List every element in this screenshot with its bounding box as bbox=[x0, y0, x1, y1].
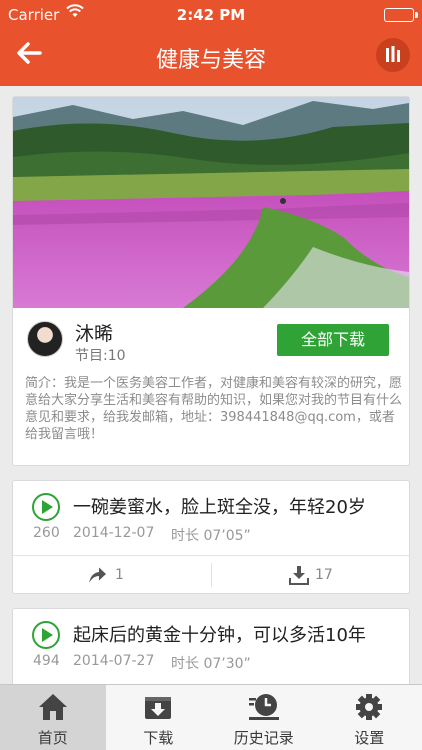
episode-duration: 时长 07’30” bbox=[171, 656, 251, 672]
divider bbox=[211, 563, 212, 587]
episode-duration: 时长 07’05” bbox=[171, 528, 251, 544]
play-icon[interactable] bbox=[32, 621, 60, 649]
episode-title[interactable]: 起床后的黄金十分钟，可以多活10年 bbox=[73, 621, 366, 647]
play-count: 260 bbox=[33, 525, 60, 541]
tab-history[interactable]: 历史记录 bbox=[211, 685, 317, 750]
tab-label: 历史记录 bbox=[233, 729, 294, 747]
download-box-icon bbox=[145, 697, 172, 719]
tab-label: 设置 bbox=[354, 729, 385, 747]
download-all-button[interactable]: 全部下载 bbox=[277, 324, 389, 356]
share-icon[interactable] bbox=[87, 566, 107, 584]
page-title: 健康与美容 bbox=[155, 48, 266, 73]
episode-date: 2014-12-07 bbox=[73, 525, 155, 541]
history-icon bbox=[248, 694, 279, 720]
navigation-bar: Carrier 2:42 PM 健康与美容 bbox=[0, 0, 422, 86]
episode-date: 2014-07-27 bbox=[73, 653, 155, 669]
episode-title[interactable]: 一碗姜蜜水，脸上斑全没，年轻20岁 bbox=[73, 493, 366, 519]
tab-label: 首页 bbox=[37, 729, 68, 747]
avatar[interactable] bbox=[27, 321, 63, 357]
tab-bar: 首页 下载 历史记录 设置 bbox=[0, 684, 422, 750]
menu-button[interactable] bbox=[376, 38, 410, 72]
author-name: 沐晞 bbox=[75, 323, 114, 345]
tab-downloads[interactable]: 下载 bbox=[106, 685, 212, 750]
download-count: 17 bbox=[315, 567, 333, 583]
tab-label: 下载 bbox=[143, 729, 174, 747]
battery-icon bbox=[384, 8, 418, 22]
banner-image bbox=[13, 97, 409, 308]
author-profile-card: 沐晞 节目:10 全部下载 简介：我是一个医务美容工作者，对健康和美容有较深的研… bbox=[12, 96, 410, 466]
bars-icon bbox=[386, 46, 400, 62]
share-count: 1 bbox=[115, 567, 124, 583]
status-time: 2:42 PM bbox=[176, 6, 246, 24]
status-bar: Carrier 2:42 PM bbox=[0, 0, 422, 30]
tab-home[interactable]: 首页 bbox=[0, 685, 106, 750]
episode-card[interactable]: 一碗姜蜜水，脸上斑全没，年轻20岁 260 2014-12-07 时长 07’0… bbox=[12, 480, 410, 594]
home-icon bbox=[38, 694, 67, 720]
gear-icon bbox=[356, 694, 383, 720]
author-bio: 简介：我是一个医务美容工作者，对健康和美容有较深的研究，愿意给大家分享生活和美容… bbox=[25, 376, 403, 442]
program-count: 节目:10 bbox=[75, 348, 126, 364]
play-count: 494 bbox=[33, 653, 60, 669]
play-icon[interactable] bbox=[32, 493, 60, 521]
download-icon[interactable] bbox=[289, 565, 309, 585]
divider bbox=[13, 555, 409, 556]
tab-settings[interactable]: 设置 bbox=[317, 685, 422, 750]
